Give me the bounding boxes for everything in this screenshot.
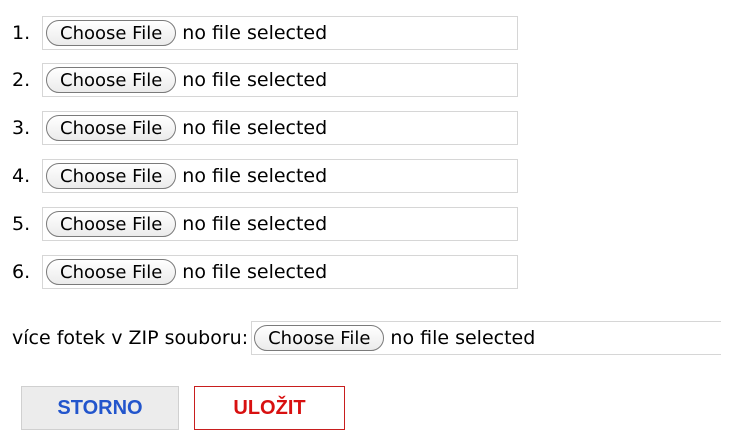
choose-file-button[interactable]: Choose File <box>46 163 177 189</box>
file-status: no file selected <box>182 165 328 187</box>
row-number: 6. <box>12 261 31 283</box>
file-input-row-6: 6. Choose File no file selected <box>12 253 518 291</box>
cancel-button[interactable]: STORNO <box>21 386 179 430</box>
zip-file-input[interactable]: Choose File no file selected <box>251 321 722 355</box>
file-status: no file selected <box>182 261 328 283</box>
choose-file-button[interactable]: Choose File <box>46 20 177 46</box>
save-button[interactable]: ULOŽIT <box>194 386 345 430</box>
zip-upload-label: více fotek v ZIP souboru: <box>12 327 249 349</box>
row-number: 3. <box>12 117 31 139</box>
file-input-row-5: 5. Choose File no file selected <box>12 205 518 243</box>
file-status: no file selected <box>390 327 536 349</box>
file-input-6[interactable]: Choose File no file selected <box>42 255 518 289</box>
row-number: 4. <box>12 165 31 187</box>
file-input-row-2: 2. Choose File no file selected <box>12 61 518 99</box>
row-number: 1. <box>12 22 31 44</box>
choose-file-button[interactable]: Choose File <box>46 115 177 141</box>
file-status: no file selected <box>182 69 328 91</box>
zip-upload-row: více fotek v ZIP souboru: Choose File no… <box>12 319 722 357</box>
choose-file-button[interactable]: Choose File <box>46 67 177 93</box>
file-input-1[interactable]: Choose File no file selected <box>42 16 518 50</box>
row-number: 5. <box>12 213 31 235</box>
choose-zip-file-button[interactable]: Choose File <box>254 325 385 351</box>
file-input-row-1: 1. Choose File no file selected <box>12 14 518 52</box>
file-input-2[interactable]: Choose File no file selected <box>42 63 518 97</box>
choose-file-button[interactable]: Choose File <box>46 259 177 285</box>
row-number: 2. <box>12 69 31 91</box>
file-input-row-4: 4. Choose File no file selected <box>12 157 518 195</box>
file-input-row-3: 3. Choose File no file selected <box>12 109 518 147</box>
file-input-3[interactable]: Choose File no file selected <box>42 111 518 145</box>
file-status: no file selected <box>182 22 328 44</box>
file-status: no file selected <box>182 213 328 235</box>
file-status: no file selected <box>182 117 328 139</box>
file-input-4[interactable]: Choose File no file selected <box>42 159 518 193</box>
file-input-5[interactable]: Choose File no file selected <box>42 207 518 241</box>
choose-file-button[interactable]: Choose File <box>46 211 177 237</box>
